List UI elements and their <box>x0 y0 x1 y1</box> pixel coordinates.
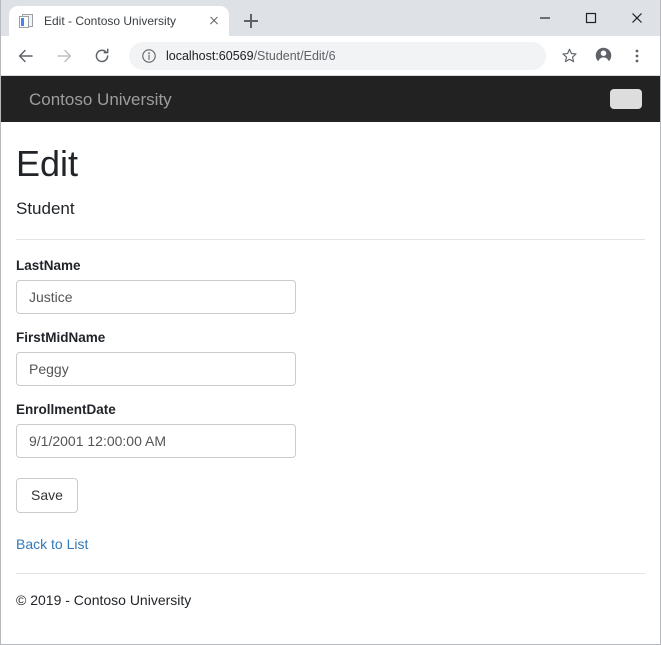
document-favicon <box>19 13 35 29</box>
page-subtitle: Student <box>16 199 645 219</box>
plus-icon[interactable] <box>237 7 265 35</box>
url-path: /Student/Edit/6 <box>254 49 336 63</box>
minimize-icon[interactable] <box>522 2 568 34</box>
profile-avatar-icon[interactable] <box>589 42 617 70</box>
maximize-icon[interactable] <box>568 2 614 34</box>
lastname-input[interactable] <box>16 280 296 314</box>
info-circle-icon[interactable] <box>141 48 157 64</box>
back-arrow-icon[interactable] <box>12 42 40 70</box>
label-lastname: LastName <box>16 258 645 273</box>
window-controls <box>522 0 660 36</box>
page-title: Edit <box>16 142 645 185</box>
back-link-wrap: Back to List <box>16 513 645 554</box>
form-group-enrollmentdate: EnrollmentDate <box>16 402 645 458</box>
site-navbar: Contoso University <box>1 76 660 122</box>
edit-student-form: LastName FirstMidName EnrollmentDate Sav… <box>16 258 645 514</box>
tab-title: Edit - Contoso University <box>44 6 201 36</box>
url-text: localhost:60569/Student/Edit/6 <box>166 49 336 63</box>
browser-window: Edit - Contoso University <box>0 0 661 645</box>
form-group-lastname: LastName <box>16 258 645 314</box>
label-enrollmentdate: EnrollmentDate <box>16 402 645 417</box>
tab-strip: Edit - Contoso University <box>1 0 660 36</box>
label-firstmidname: FirstMidName <box>16 330 645 345</box>
reload-icon[interactable] <box>88 42 116 70</box>
close-icon[interactable] <box>614 2 660 34</box>
divider-footer <box>16 573 645 574</box>
enrollmentdate-input[interactable] <box>16 424 296 458</box>
back-to-list-link[interactable]: Back to List <box>16 536 88 552</box>
forward-arrow-icon <box>50 42 78 70</box>
browser-toolbar: localhost:60569/Student/Edit/6 <box>1 36 660 76</box>
navbar-toggler-icon[interactable] <box>610 89 642 109</box>
form-group-firstmidname: FirstMidName <box>16 330 645 386</box>
browser-tab[interactable]: Edit - Contoso University <box>9 6 229 36</box>
navbar-brand[interactable]: Contoso University <box>29 91 172 108</box>
firstmidname-input[interactable] <box>16 352 296 386</box>
page-viewport: Contoso University Edit Student LastName… <box>1 76 660 644</box>
address-bar[interactable]: localhost:60569/Student/Edit/6 <box>129 42 546 70</box>
star-icon[interactable] <box>555 42 583 70</box>
page-container: Edit Student LastName FirstMidName Enrol… <box>1 142 660 608</box>
save-button[interactable]: Save <box>16 478 78 514</box>
three-dot-menu-icon[interactable] <box>623 42 651 70</box>
close-icon[interactable] <box>205 12 223 30</box>
footer-copyright: © 2019 - Contoso University <box>16 592 645 608</box>
divider-top <box>16 239 645 240</box>
url-host: localhost:60569 <box>166 49 254 63</box>
